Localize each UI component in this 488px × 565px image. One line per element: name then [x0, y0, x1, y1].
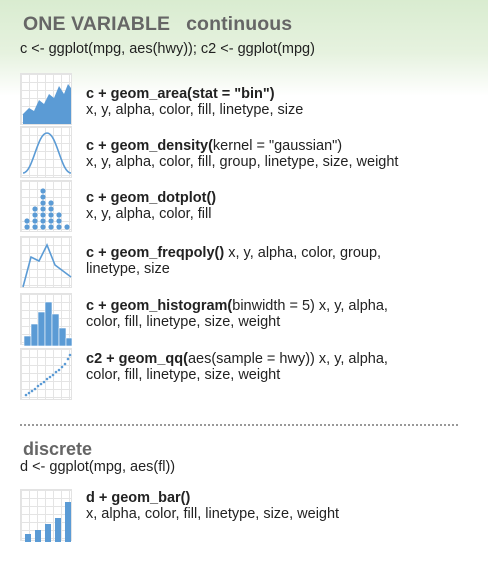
entry-args-inline: x, y, alpha, color, group,	[224, 245, 382, 261]
section-title: ONE VARIABLE continuous	[23, 13, 292, 36]
histogram-icon	[20, 293, 73, 346]
entry-args-inline: binwidth = 5) x, y, alpha,	[232, 298, 388, 314]
entry-call: c2 + geom_qq(	[86, 351, 188, 367]
bar-chart-icon	[20, 489, 72, 542]
entry-args: x, y, alpha, color, fill	[86, 206, 212, 222]
entry-call: c + geom_area(stat = "bin")	[86, 86, 275, 102]
entry-args-inline: aes(sample = hwy)) x, y, alpha,	[187, 351, 388, 367]
qq-plot-icon	[20, 348, 72, 400]
entry-geom-qq: c2 + geom_qq(aes(sample = hwy)) x, y, al…	[86, 351, 476, 383]
entry-args: linetype, size	[86, 261, 170, 277]
entry-call: c + geom_freqpoly()	[86, 245, 225, 261]
entry-args: x, y, alpha, color, fill, group, linetyp…	[86, 154, 399, 170]
entry-call: c + geom_density(	[86, 138, 213, 154]
dotted-divider	[20, 424, 458, 426]
entry-geom-dotplot: c + geom_dotplot() x, y, alpha, color, f…	[86, 190, 476, 222]
entry-call: d + geom_bar()	[86, 490, 191, 506]
entry-args-inline: kernel = "gaussian")	[212, 138, 343, 154]
title-sub: continuous	[186, 13, 293, 35]
entry-geom-bar: d + geom_bar() x, alpha, color, fill, li…	[86, 490, 476, 522]
entry-geom-freqpoly: c + geom_freqpoly() x, y, alpha, color, …	[86, 245, 476, 277]
entry-call: c + geom_histogram(	[86, 298, 233, 314]
entry-geom-area: c + geom_area(stat = "bin") x, y, alpha,…	[86, 86, 476, 118]
entry-args: x, alpha, color, fill, linetype, size, w…	[86, 506, 340, 522]
entry-args: color, fill, linetype, size, weight	[86, 314, 281, 330]
title-main: ONE VARIABLE	[23, 13, 171, 35]
dotplot-icon	[20, 180, 72, 232]
density-curve-icon	[20, 126, 72, 178]
entry-args: color, fill, linetype, size, weight	[86, 367, 281, 383]
discrete-setup-code: d <- ggplot(mpg, aes(fl))	[20, 459, 176, 475]
freqpoly-icon	[20, 236, 72, 288]
entry-call: c + geom_dotplot()	[86, 190, 217, 206]
discrete-title: discrete	[23, 439, 93, 459]
entry-geom-histogram: c + geom_histogram(binwidth = 5) x, y, a…	[86, 298, 476, 330]
area-chart-icon	[20, 73, 72, 125]
setup-code: c <- ggplot(mpg, aes(hwy)); c2 <- ggplot…	[20, 41, 315, 57]
entry-geom-density: c + geom_density(kernel = "gaussian") x,…	[86, 138, 476, 170]
entry-args: x, y, alpha, color, fill, linetype, size	[86, 102, 304, 118]
